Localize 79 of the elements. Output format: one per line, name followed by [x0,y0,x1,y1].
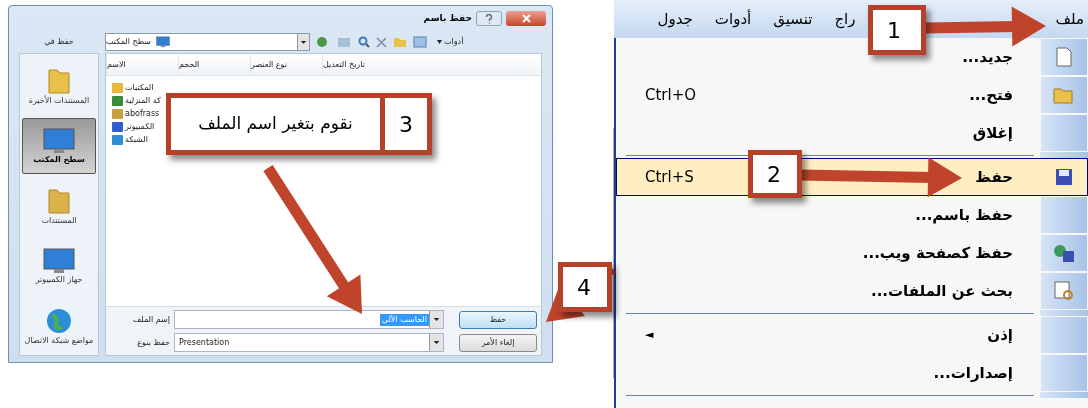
location-text: سطح المكتب [106,36,152,48]
callout-text: نقوم بتغير اسم الملف [171,98,385,150]
menu-item-label: بحث عن الملفات... [870,280,1013,302]
file-item[interactable]: abofrass [125,108,160,119]
place-item[interactable]: جهاز الكمبيوتر [22,238,96,294]
dropdown-caret-icon[interactable] [429,334,443,351]
file-item[interactable]: كة المنزلية [125,95,161,106]
dropdown-caret-icon[interactable] [429,311,443,328]
menu-item[interactable]: ◄ إذن [616,316,1088,354]
help-icon [485,13,493,24]
menu-bar-item[interactable]: جدول [657,7,693,31]
help-button[interactable] [476,11,502,26]
column-header[interactable]: نوع العنصر [250,54,322,75]
menu-item-label: إغلاق [972,122,1013,144]
place-item[interactable]: مواضع شبكة الاتصال [22,298,96,354]
place-item[interactable]: سطح المكتب [22,118,96,174]
folder-icon [45,186,73,216]
selected-file-name: الحاسب الآلي [379,313,429,326]
menu-item-label: حفظ كصفحة ويب... [862,242,1013,264]
file-type-label: حفظ بنوع [136,336,170,349]
monitor-icon [154,36,171,48]
file-name-label: إسم الملف [132,313,170,326]
menu-item-label: جديد... [962,46,1013,68]
place-item[interactable]: المستندات [22,178,96,234]
file-item[interactable]: الشبكة [125,134,148,145]
column-header[interactable]: الاسم [106,54,178,75]
file-icon [112,95,123,106]
file-icon [112,121,123,132]
menu-item[interactable]: حفظ كصفحة ويب... [616,234,1088,272]
file-item[interactable]: الكمبيوتر [125,121,155,132]
menu-item-label: فتح... [969,84,1013,106]
caret-icon [437,40,442,44]
menu-item-label: إذن [987,324,1013,346]
place-item[interactable]: المستندات الأخيرة [22,58,96,114]
column-header[interactable]: تاريخ التعديل [322,54,394,75]
computer-icon [42,247,76,275]
menu-item[interactable]: حفظ باسم... [616,196,1088,234]
step-number: 3 [398,110,414,139]
cancel-button[interactable]: إلغاء الأمر [459,333,537,352]
dialog-title: حفظ باسم [423,11,472,25]
submenu-arrow: ◄ [645,326,654,343]
search-icon[interactable] [358,36,370,48]
shortcut-text: Ctrl+S [645,166,694,188]
save-in-label: حفظ في [43,36,75,48]
file-item[interactable]: المكتبات [125,82,154,93]
save-button[interactable]: حفظ [459,310,537,329]
web-page-icon [1053,243,1075,263]
file-search-icon [1053,280,1075,302]
monitor-icon [42,127,76,155]
close-icon [521,14,531,23]
file-type-text: Presentation [178,336,231,349]
back-icon[interactable] [316,36,328,48]
folder-icon [45,66,73,96]
file-icon [112,134,123,145]
menu-item-label: إصدارات... [933,362,1013,384]
menu-item[interactable]: إغلاق [616,114,1088,152]
menu-bar-item[interactable]: تنسيق [773,7,813,31]
page-icon [1056,47,1072,67]
tools-menu-button[interactable]: أدوات [437,36,464,48]
globe-icon [44,306,74,336]
menu-bar-item[interactable]: راج [834,7,856,31]
file-icon [112,108,123,119]
delete-icon[interactable] [376,36,387,48]
dropdown-caret-icon[interactable] [297,34,309,50]
menu-item-label: حفظ باسم... [915,204,1013,226]
shortcut-text: Ctrl+O [645,84,697,106]
close-button[interactable] [506,11,546,26]
menu-bar-item[interactable]: ملف [1055,7,1084,31]
folder-icon [1053,86,1075,104]
menu-item[interactable]: إصدارات... [616,354,1088,392]
step-number: 4 [576,273,592,302]
file-icon [112,82,123,93]
menu-item-label: حفظ [975,166,1013,188]
column-header[interactable]: الحجم [178,54,250,75]
menu-item[interactable]: بحث عن الملفات... [616,272,1088,310]
step-number: 2 [766,160,782,189]
file-type-dropdown[interactable]: Presentation [174,333,444,352]
menu-bar-item[interactable]: أدوات [714,7,752,31]
location-dropdown[interactable]: سطح المكتب [105,33,310,51]
